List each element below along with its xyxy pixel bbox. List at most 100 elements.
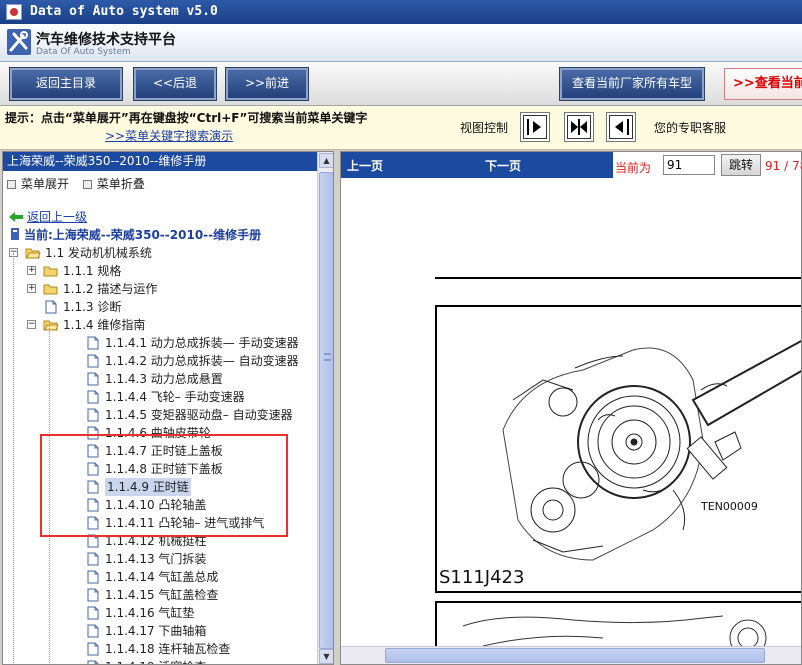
view-expand-left-button[interactable] [606,112,636,142]
jump-button[interactable]: 跳转 [721,154,761,176]
tree-item[interactable]: 1.1.4.15 气缸盖检查 [3,586,317,604]
tree-item[interactable]: −1.1 发动机机械系统 [3,244,317,262]
tree-item-label[interactable]: 1.1.4.7 正时链上盖板 [105,442,223,460]
tree-item[interactable]: 1.1.4.8 正时链下盖板 [3,460,317,478]
figure-id-label: S111J423 [439,567,524,588]
tree-item[interactable]: 1.1.3 诊断 [3,298,317,316]
back-up-label: 返回上一级 [27,210,88,224]
tree-item-label[interactable]: 1.1.4.6 曲轴皮带轮 [105,424,211,442]
forward-button[interactable]: >>前进 [225,67,309,101]
tree-item[interactable]: 1.1.4.16 气缸垫 [3,604,317,622]
tree-item[interactable]: 1.1.4.19 活塞检查 [3,658,317,664]
back-button[interactable]: <<后退 [133,67,217,101]
tree-item[interactable]: 1.1.4.14 气缸盖总成 [3,568,317,586]
app-icon [6,4,22,20]
tree-item-label[interactable]: 1.1.4.17 下曲轴箱 [105,622,206,640]
tree-item[interactable]: 1.1.4.2 动力总成拆装— 自动变速器 [3,352,317,370]
tree-item-label[interactable]: 1.1.4.19 活塞检查 [105,658,206,664]
tree-item[interactable]: 1.1.4.12 机械挺柱 [3,532,317,550]
tree-item[interactable]: 1.1.4.3 动力总成悬置 [3,370,317,388]
brand-title: 汽车维修技术支持平台 [36,32,176,48]
tree-item[interactable]: 1.1.4.1 动力总成拆装— 手动变速器 [3,334,317,352]
prev-page-button[interactable]: 上一页 [347,157,383,174]
tree-item[interactable]: 1.1.4.11 凸轮轴– 进气或排气 [3,514,317,532]
menu-collapse-label: 菜单折叠 [96,177,145,191]
tree-item-label[interactable]: 1.1.1 规格 [63,262,121,280]
all-models-button[interactable]: 查看当前厂家所有车型 [559,67,705,101]
scroll-down-icon[interactable]: ▼ [319,649,333,664]
window-titlebar: Data of Auto system v5.0 [0,0,802,24]
next-page-button[interactable]: 下一页 [485,157,521,174]
tree-item-label[interactable]: 1.1.2 描述与运作 [63,280,157,298]
tree-item-label[interactable]: 1.1.4 维修指南 [63,316,145,334]
view-expand-right-button[interactable] [520,112,550,142]
tree-item[interactable]: +1.1.2 描述与运作 [3,280,317,298]
view-split-button[interactable] [564,112,594,142]
menu-expand-button[interactable]: 菜单展开 [7,177,69,191]
tree-item-label[interactable]: 1.1.4.16 气缸垫 [105,604,194,622]
tree-item-label[interactable]: 1.1.4.4 飞轮– 手动变速器 [105,388,245,406]
tree-item[interactable]: 1.1.4.6 曲轴皮带轮 [3,424,317,442]
tree-item-label[interactable]: 1.1.4.1 动力总成拆装— 手动变速器 [105,334,299,352]
tree-item-label[interactable]: 1.1.4.9 正时链 [105,478,191,496]
tree-item[interactable]: 1.1.4.4 飞轮– 手动变速器 [3,388,317,406]
tree-guide-lines [49,325,50,664]
tree-item[interactable]: 1.1.4.9 正时链 [3,478,317,496]
tree-item-label[interactable]: 1.1.4.3 动力总成悬置 [105,370,223,388]
split-view-icon [571,119,587,135]
tree-item-label[interactable]: 1.1.4.5 变矩器驱动盘– 自动变速器 [105,406,293,424]
tree-item[interactable]: 1.1.4.13 气门拆装 [3,550,317,568]
service-label: 您的专职客服 [654,121,727,135]
tree-guide-lines [13,253,14,664]
current-location-label: 当前:上海荣威--荣威350--2010--维修手册 [24,228,262,242]
document-page-icon [87,642,99,656]
tree-item[interactable]: − 1.1.4 维修指南 [3,316,317,334]
hint-text: 提示：点击“菜单展开”再在键盘按“Ctrl+F”可搜索当前菜单关键字 [5,111,368,125]
arrow-left-icon [615,119,629,135]
tree-item-label[interactable]: 1.1.4.15 气缸盖检查 [105,586,218,604]
page-number-input[interactable] [663,155,715,175]
location-pin-icon [11,228,19,240]
expand-toggle-icon[interactable]: + [27,266,36,275]
tree-item[interactable]: 1.1.4.5 变矩器驱动盘– 自动变速器 [3,406,317,424]
search-demo-link[interactable]: >>菜单关键字搜索演示 [105,127,233,144]
tree-item-label[interactable]: 1.1.4.13 气门拆装 [105,550,206,568]
hint-bar: 提示：点击“菜单展开”再在键盘按“Ctrl+F”可搜索当前菜单关键字 >>菜单关… [0,106,802,150]
expand-toggle-icon[interactable]: + [27,284,36,293]
tree-item-label[interactable]: 1.1.4.14 气缸盖总成 [105,568,218,586]
document-page-icon [87,480,99,494]
view-current-button[interactable]: >>查看当前 [724,68,802,100]
tree-item[interactable]: 1.1.4.18 连杆轴瓦检查 [3,640,317,658]
menu-collapse-button[interactable]: 菜单折叠 [82,177,145,191]
menu-scrollbar[interactable]: ▲ ▼ [317,152,333,664]
document-page-icon [87,624,99,638]
tree-item-label[interactable]: 1.1.4.8 正时链下盖板 [105,460,223,478]
tree-item-label[interactable]: 1.1.4.18 连杆轴瓦检查 [105,640,230,658]
tree-item-label[interactable]: 1.1.3 诊断 [63,298,121,316]
tree-item[interactable]: 1.1.4.7 正时链上盖板 [3,442,317,460]
document-page-icon [87,552,99,566]
home-button[interactable]: 返回主目录 [9,67,123,101]
tree-item-label[interactable]: 1.1.4.12 机械挺柱 [105,532,206,550]
document-page-icon [87,588,99,602]
page-total: 91 / 78 [765,159,801,173]
nav-toolbar: 返回主目录 <<后退 >>前进 查看当前厂家所有车型 >>查看当前 [0,62,802,106]
tree-item-label[interactable]: 1.1 发动机机械系统 [45,244,152,262]
document-hscrollbar[interactable] [341,646,801,664]
document-page-icon [87,498,99,512]
tree-item-label[interactable]: 1.1.4.10 凸轮轴盖 [105,496,206,514]
tree-item[interactable]: 1.1.4.17 下曲轴箱 [3,622,317,640]
document-page-icon [87,606,99,620]
tree-item[interactable]: 1.1.4.10 凸轮轴盖 [3,496,317,514]
tree-item[interactable]: +1.1.1 规格 [3,262,317,280]
menu-breadcrumb: 上海荣威--荣威350--2010--维修手册 [3,152,317,171]
folder-open-icon [43,320,59,331]
figure-ref-label: TEN00009 [700,500,758,513]
hscroll-thumb[interactable] [385,648,765,663]
collapse-toggle-icon[interactable]: − [27,320,36,329]
back-up-link[interactable]: 返回上一级 [9,208,87,225]
scroll-thumb[interactable] [319,172,333,649]
tree-item-label[interactable]: 1.1.4.2 动力总成拆装— 自动变速器 [105,352,299,370]
tree-item-label[interactable]: 1.1.4.11 凸轮轴– 进气或排气 [105,514,264,532]
scroll-up-icon[interactable]: ▲ [319,153,333,168]
